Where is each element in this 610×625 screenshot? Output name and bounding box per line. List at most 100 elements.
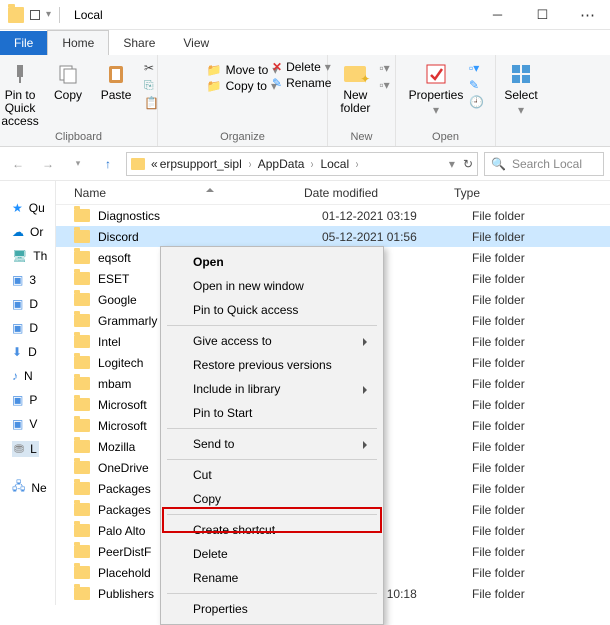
nav-item[interactable]: ▣V [12,417,37,431]
file-type: File folder [472,482,525,496]
close-button[interactable]: ⋯ [565,0,610,30]
copy-button[interactable]: Copy [46,57,90,102]
forward-button[interactable]: → [36,152,60,176]
move-to-button[interactable]: 📁Move to ▾ [207,63,279,77]
back-button[interactable]: ← [6,152,30,176]
menu-give-access-to[interactable]: Give access to [163,329,381,353]
menu-pin-to-start[interactable]: Pin to Start [163,401,381,425]
tab-share[interactable]: Share [109,31,169,55]
search-input[interactable]: 🔍 Search Local [484,152,604,176]
nav-item[interactable]: ☁Or [12,225,43,239]
quick-access-icon[interactable] [30,10,40,20]
properties-button[interactable]: Properties ▾ [407,57,465,117]
up-button[interactable]: ↑ [96,152,120,176]
breadcrumb[interactable]: AppData [258,157,305,171]
nav-icon: ▣ [12,417,23,431]
col-name[interactable]: Name [74,186,304,200]
dropdown-icon[interactable]: ▾ [46,9,51,20]
menu-restore-versions[interactable]: Restore previous versions [163,353,381,377]
open-icon[interactable]: ▫▾ [469,61,484,75]
copy-path-icon[interactable]: ⎘ [144,78,159,93]
refresh-icon[interactable]: ↻ [463,157,473,171]
file-type: File folder [472,272,525,286]
nav-item[interactable]: ⛃L [12,441,39,457]
menu-cut[interactable]: Cut [163,463,381,487]
move-icon: 📁 [207,63,222,77]
nav-item[interactable]: ▣D [12,297,38,311]
nav-item[interactable]: ▣3 [12,273,36,287]
folder-icon [74,524,90,537]
paste-button[interactable]: Paste [94,57,138,102]
history-icon[interactable]: 🕘 [469,95,484,109]
file-type: File folder [472,335,525,349]
col-date[interactable]: Date modified [304,186,454,200]
column-headers[interactable]: Name Date modified Type [56,181,610,205]
group-label-organize: Organize [220,131,265,146]
cut-icon[interactable]: ✂ [144,61,159,75]
easy-access-icon[interactable]: ▫▾ [379,78,389,92]
address-bar[interactable]: « erpsupport_sipl› AppData› Local› ▾ ↻ [126,152,478,176]
nav-item[interactable]: ▣D [12,321,38,335]
menu-open[interactable]: Open [163,250,381,274]
folder-icon [74,461,90,474]
file-type: File folder [472,251,525,265]
minimize-button[interactable]: ─ [475,0,520,30]
col-type[interactable]: Type [454,186,554,200]
edit-icon[interactable]: ✎ [469,78,484,92]
paste-shortcut-icon[interactable]: 📋 [144,96,159,110]
address-dropdown-icon[interactable]: ▾ [449,157,455,171]
nav-item[interactable]: 🖥Th [12,249,47,263]
folder-icon [74,209,90,222]
rename-button[interactable]: ✎Rename [272,76,331,90]
maximize-button[interactable]: ☐ [520,0,565,30]
select-button[interactable]: Select ▾ [501,57,541,117]
file-date: 01-12-2021 03:19 [322,209,472,223]
delete-button[interactable]: ✕Delete ▾ [272,60,331,74]
file-type: File folder [472,209,525,223]
copy-icon [55,61,81,87]
menu-properties[interactable]: Properties [163,597,381,621]
context-menu: Open Open in new window Pin to Quick acc… [160,246,384,625]
nav-icon: ⛃ [14,442,24,456]
nav-item[interactable]: ▣P [12,393,37,407]
delete-icon: ✕ [272,60,282,74]
menu-send-to[interactable]: Send to [163,432,381,456]
rename-icon: ✎ [272,76,282,90]
folder-icon [74,293,90,306]
menu-open-new-window[interactable]: Open in new window [163,274,381,298]
tab-view[interactable]: View [169,31,223,55]
table-row[interactable]: Diagnostics01-12-2021 03:19File folder [56,205,610,226]
menu-rename[interactable]: Rename [163,566,381,590]
breadcrumb[interactable]: erpsupport_sipl [160,157,242,171]
breadcrumb[interactable]: Local [320,157,349,171]
nav-item[interactable]: 🖧Ne [12,477,47,498]
menu-pin-quick-access[interactable]: Pin to Quick access [163,298,381,322]
nav-item[interactable]: ♪N [12,369,33,383]
folder-icon [74,251,90,264]
folder-icon [74,545,90,558]
nav-item[interactable]: ★Qu [12,201,45,215]
title-bar: ▾ Local ─ ☐ ⋯ [0,0,610,30]
tab-home[interactable]: Home [47,30,109,55]
copy-to-button[interactable]: 📁Copy to ▾ [207,79,277,93]
group-label-clipboard: Clipboard [55,131,102,146]
recent-dropdown[interactable]: ▾ [66,152,90,176]
tab-file[interactable]: File [0,31,47,55]
menu-create-shortcut[interactable]: Create shortcut [163,518,381,542]
pin-to-quick-access-button[interactable]: Pin to Quick access [0,57,42,129]
window-title: Local [70,8,103,22]
ribbon: Pin to Quick access Copy Paste ✂ ⎘ 📋 Cli… [0,55,610,147]
new-folder-button[interactable]: ✦ New folder [333,57,377,115]
nav-item[interactable]: ⬇D [12,345,37,359]
new-item-icon[interactable]: ▫▾ [379,61,389,75]
menu-delete[interactable]: Delete [163,542,381,566]
table-row[interactable]: Discord05-12-2021 01:56File folder [56,226,610,247]
folder-icon [74,440,90,453]
properties-icon [423,61,449,87]
nav-icon: ▣ [12,273,23,287]
menu-copy[interactable]: Copy [163,487,381,511]
nav-pane[interactable]: ★Qu ☁Or 🖥Th ▣3 ▣D ▣D ⬇D ♪N ▣P ▣V ⛃L 🖧Ne [0,181,56,605]
file-type: File folder [472,503,525,517]
copy-to-icon: 📁 [207,79,222,93]
menu-include-in-library[interactable]: Include in library [163,377,381,401]
